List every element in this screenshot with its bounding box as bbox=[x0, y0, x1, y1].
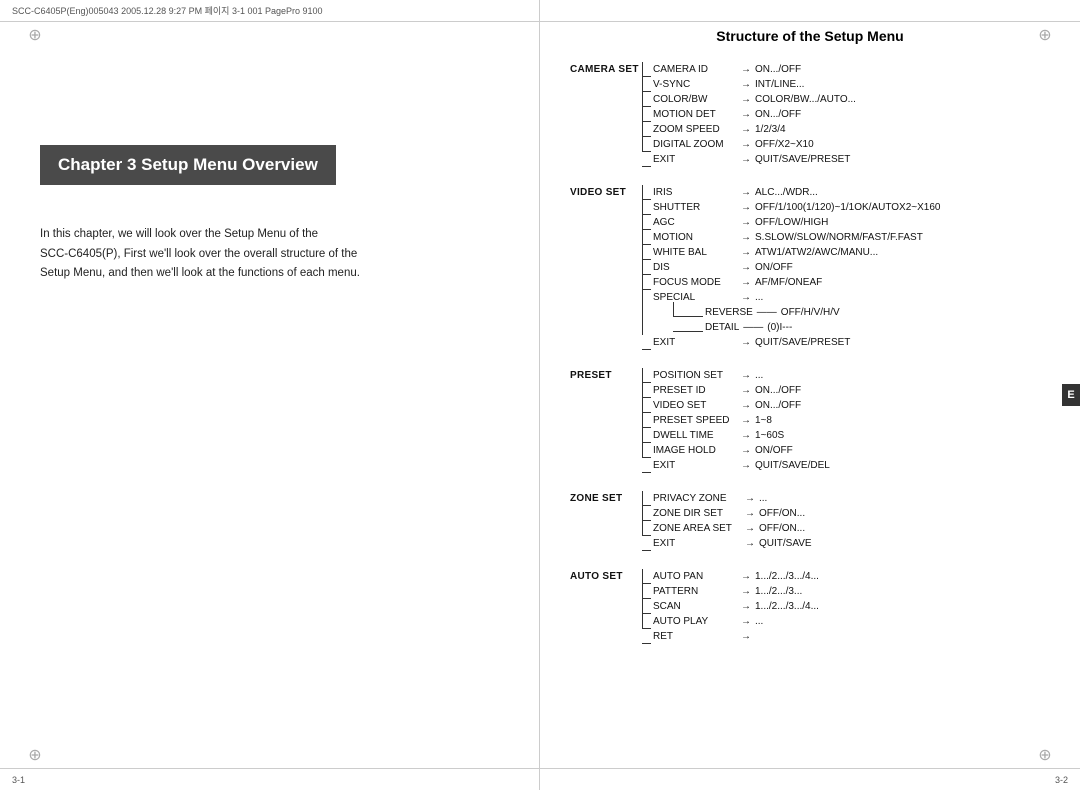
tree-row: PRESET ID→ON.../OFF bbox=[653, 383, 830, 398]
tree-row: CAMERA ID→ON.../OFF bbox=[653, 62, 856, 77]
tree-row: MOTION→S.SLOW/SLOW/NORM/FAST/F.FAST bbox=[653, 230, 940, 245]
bottom-footer: 3-1 3-2 bbox=[0, 768, 1080, 790]
tree-row: ZONE DIR SET→OFF/ON... bbox=[653, 506, 812, 521]
tree-row: IRIS→ALC.../WDR... bbox=[653, 185, 940, 200]
tree-row: AUTO PLAY→... bbox=[653, 614, 819, 629]
structure-title: Structure of the Setup Menu bbox=[570, 28, 1050, 44]
tree-row: EXIT→QUIT/SAVE/DEL bbox=[653, 458, 830, 473]
section-video-set: VIDEO SET bbox=[570, 185, 1050, 350]
page-container: SCC-C6405P(Eng)005043 2005.12.28 9:27 PM… bbox=[0, 0, 1080, 790]
reg-mark-bl: ⊕ bbox=[28, 748, 42, 762]
menu-tree: CAMERA SET CAMERA ID→ON.../OFF V bbox=[570, 62, 1050, 654]
footer-right: 3-2 bbox=[1055, 775, 1068, 785]
tree-row: IMAGE HOLD→ON/OFF bbox=[653, 443, 830, 458]
tree-row: DIS→ON/OFF bbox=[653, 260, 940, 275]
tree-row: V-SYNC→INT/LINE... bbox=[653, 77, 856, 92]
tree-row: PATTERN→1.../2.../3... bbox=[653, 584, 819, 599]
left-page: ⊕ ⊕ Chapter 3 Setup Menu Overview In thi… bbox=[0, 0, 540, 790]
section-camera-set: CAMERA SET CAMERA ID→ON.../OFF V bbox=[570, 62, 1050, 167]
tree-row: VIDEO SET→ON.../OFF bbox=[653, 398, 830, 413]
video-set-label: VIDEO SET bbox=[570, 185, 642, 201]
reg-mark-tr: ⊕ bbox=[1038, 28, 1052, 42]
tree-row: DETAIL——(0)I--- bbox=[653, 320, 940, 335]
tree-row: PRIVACY ZONE→... bbox=[653, 491, 812, 506]
tree-row: PRESET SPEED→1~8 bbox=[653, 413, 830, 428]
tree-row: ZONE AREA SET→OFF/ON... bbox=[653, 521, 812, 536]
tree-row: SCAN→1.../2.../3.../4... bbox=[653, 599, 819, 614]
tree-row: AUTO PAN→1.../2.../3.../4... bbox=[653, 569, 819, 584]
tree-row: RET→ bbox=[653, 629, 819, 644]
tree-row: DIGITAL ZOOM→OFF/X2~X10 bbox=[653, 137, 856, 152]
preset-label: PRESET bbox=[570, 368, 642, 384]
auto-set-label: AUTO SET bbox=[570, 569, 642, 585]
tree-row: POSITION SET→... bbox=[653, 368, 830, 383]
tree-row: COLOR/BW→COLOR/BW.../AUTO... bbox=[653, 92, 856, 107]
intro-text: In this chapter, we will look over the S… bbox=[40, 228, 360, 279]
tree-row: EXIT→QUIT/SAVE bbox=[653, 536, 812, 551]
section-zone-set: ZONE SET PRIVACY ZONE→... ZONE DIR SET→O… bbox=[570, 491, 1050, 551]
tree-row: ZOOM SPEED→1/2/3/4 bbox=[653, 122, 856, 137]
e-badge: E bbox=[1062, 384, 1080, 406]
tree-row: EXIT→QUIT/SAVE/PRESET bbox=[653, 335, 940, 350]
chapter-heading: Chapter 3 Setup Menu Overview bbox=[40, 145, 336, 185]
zone-set-label: ZONE SET bbox=[570, 491, 642, 507]
tree-row: FOCUS MODE→AF/MF/ONEAF bbox=[653, 275, 940, 290]
tree-row: EXIT→QUIT/SAVE/PRESET bbox=[653, 152, 856, 167]
tree-row: MOTION DET→ON.../OFF bbox=[653, 107, 856, 122]
chapter-intro: In this chapter, we will look over the S… bbox=[40, 225, 499, 284]
right-page: ⊕ ⊕ E Structure of the Setup Menu CAMERA… bbox=[540, 0, 1080, 790]
section-preset: PRESET POSITION SET→... PRESET ID→ON.../… bbox=[570, 368, 1050, 473]
reg-mark-br: ⊕ bbox=[1038, 748, 1052, 762]
e-badge-label: E bbox=[1067, 389, 1074, 401]
tree-row: WHITE BAL→ATW1/ATW2/AWC/MANU... bbox=[653, 245, 940, 260]
section-auto-set: AUTO SET AUTO PAN→1.../2.../3.../4... PA… bbox=[570, 569, 1050, 644]
tree-row: DWELL TIME→1~60S bbox=[653, 428, 830, 443]
footer-left: 3-1 bbox=[12, 775, 25, 785]
tree-row: SHUTTER→OFF/1/100(1/120)~1/1OK/AUTOX2~X1… bbox=[653, 200, 940, 215]
reg-mark-tl: ⊕ bbox=[28, 28, 42, 42]
tree-row: AGC→OFF/LOW/HIGH bbox=[653, 215, 940, 230]
chapter-title: Chapter 3 Setup Menu Overview bbox=[58, 155, 318, 174]
camera-set-label: CAMERA SET bbox=[570, 62, 642, 78]
